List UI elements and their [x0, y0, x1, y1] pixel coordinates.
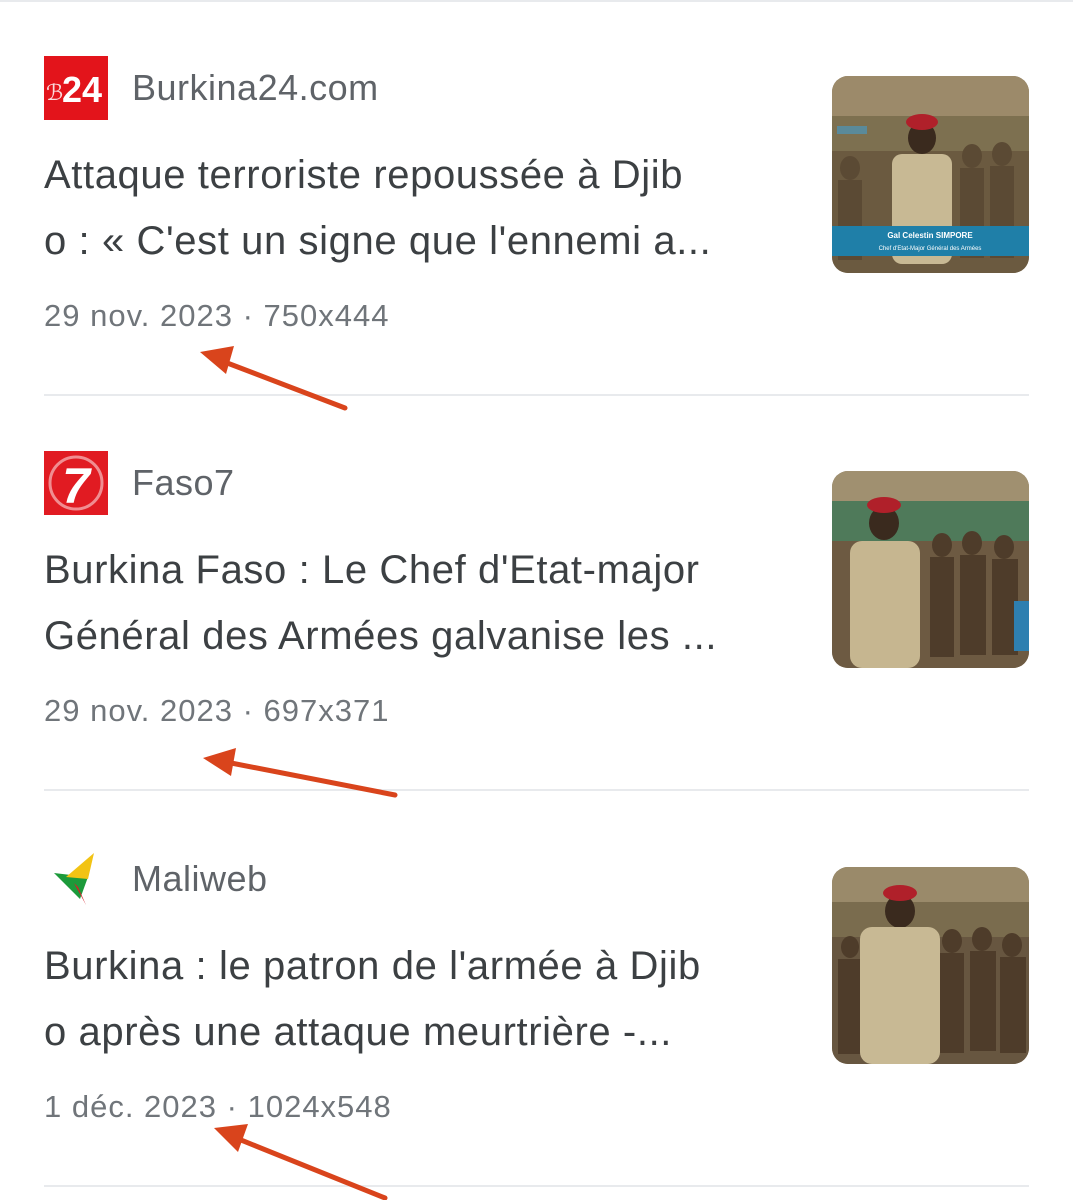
result-meta: 29 nov. 2023 · 750x444	[44, 296, 389, 336]
result-title[interactable]: Burkina : le patron de l'armée à Djib o …	[44, 933, 784, 1065]
svg-text:24: 24	[62, 69, 102, 110]
source-name[interactable]: Faso7	[132, 461, 235, 505]
result-date: 29 nov. 2023	[44, 298, 233, 333]
search-result[interactable]: ℬ 24 Burkina24.com Attaque terroriste re…	[0, 0, 1073, 396]
meta-separator: ·	[217, 1089, 248, 1124]
maliweb-favicon-icon	[44, 847, 108, 911]
result-title[interactable]: Attaque terroriste repoussée à Djib o : …	[44, 142, 784, 274]
burkina24-favicon-icon: ℬ 24	[44, 56, 108, 120]
result-title[interactable]: Burkina Faso : Le Chef d'Etat-major Géné…	[44, 537, 784, 669]
title-line[interactable]: Burkina Faso : Le Chef d'Etat-major	[44, 537, 784, 603]
thumbnail-image[interactable]: Gal Celestin SIMPORE Chef d'Etat-Major G…	[832, 76, 1029, 273]
svg-text:ℬ: ℬ	[46, 80, 63, 105]
title-line[interactable]: o : « C'est un signe que l'ennemi a...	[44, 208, 784, 274]
image-size: 697x371	[263, 693, 390, 728]
faso7-favicon-icon: 7	[44, 451, 108, 515]
search-result[interactable]: 7 Faso7 Burkina Faso : Le Chef d'Etat-ma…	[0, 395, 1073, 791]
result-meta: 29 nov. 2023 · 697x371	[44, 691, 389, 731]
svg-text:7: 7	[62, 458, 92, 514]
image-size: 1024x548	[247, 1089, 392, 1124]
thumbnail-caption-role: Chef d'Etat-Major Général des Armées	[879, 246, 982, 252]
meta-separator: ·	[232, 693, 264, 728]
title-line[interactable]: Burkina : le patron de l'armée à Djib	[44, 933, 784, 999]
result-meta: 1 déc. 2023 · 1024x548	[44, 1087, 392, 1127]
source-name[interactable]: Burkina24.com	[132, 66, 379, 110]
title-line[interactable]: Général des Armées galvanise les ...	[44, 603, 784, 669]
meta-separator: ·	[232, 298, 264, 333]
thumbnail-caption-name: Gal Celestin SIMPORE	[887, 231, 973, 240]
result-date: 29 nov. 2023	[44, 693, 233, 728]
result-date: 1 déc. 2023	[44, 1089, 218, 1124]
title-line[interactable]: Attaque terroriste repoussée à Djib	[44, 142, 784, 208]
thumbnail-image[interactable]	[832, 471, 1029, 668]
result-divider	[44, 1185, 1029, 1187]
thumbnail-image[interactable]	[832, 867, 1029, 1064]
title-line[interactable]: o après une attaque meurtrière -...	[44, 999, 784, 1065]
source-name[interactable]: Maliweb	[132, 857, 268, 901]
image-size: 750x444	[263, 298, 390, 333]
search-result[interactable]: Maliweb Burkina : le patron de l'armée à…	[0, 791, 1073, 1187]
